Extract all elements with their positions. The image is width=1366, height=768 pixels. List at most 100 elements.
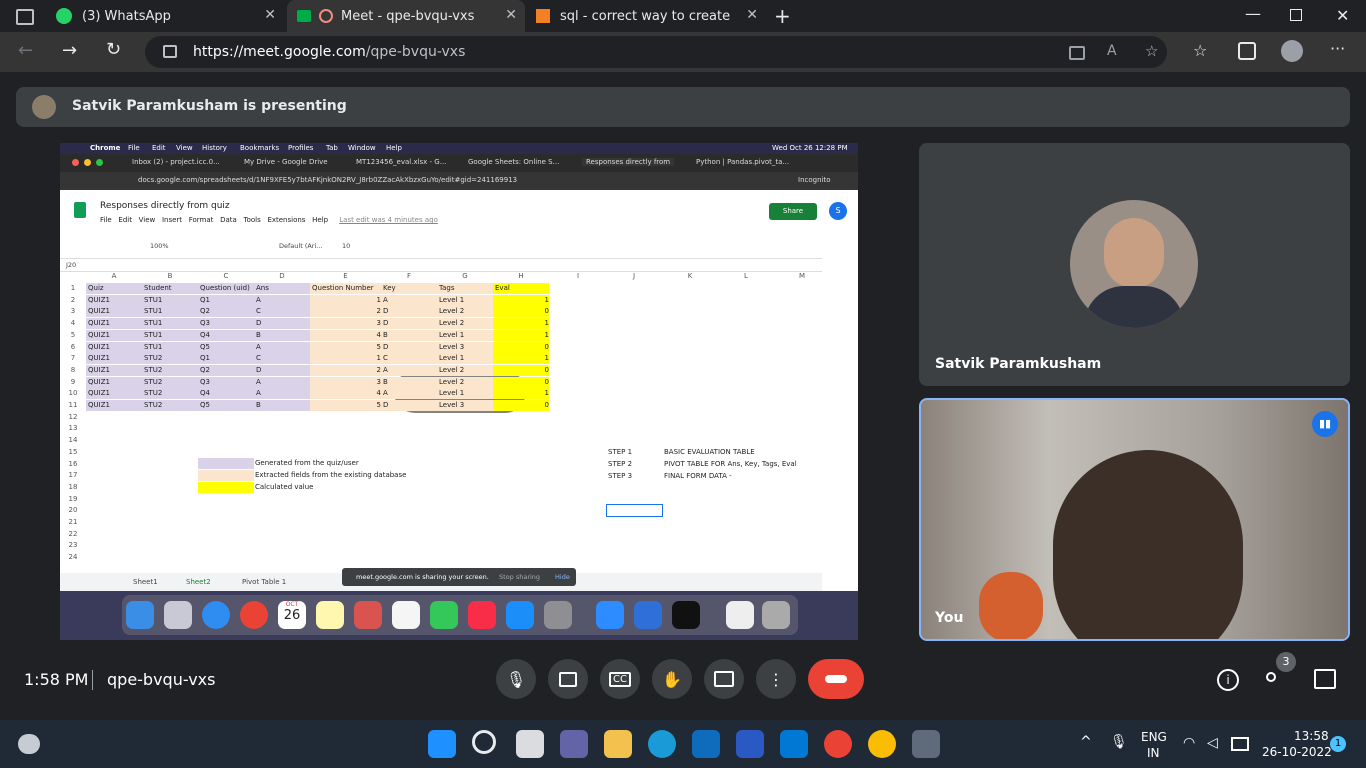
row-number: 10 <box>68 389 78 398</box>
data-cell: Q2 <box>198 364 254 376</box>
row-number: 12 <box>68 412 78 421</box>
column-header: M <box>798 272 806 280</box>
camera-button[interactable] <box>548 659 588 699</box>
new-tab-button[interactable]: + <box>774 4 791 28</box>
back-button[interactable]: ← <box>18 40 33 61</box>
minimize-button[interactable]: — <box>1245 4 1261 23</box>
browser-tab-bar: (3) WhatsApp ✕ Meet - qpe-bvqu-vxs ✕ sql… <box>0 0 1366 32</box>
profile-avatar[interactable] <box>1281 40 1303 62</box>
mac-menu-item: Profiles <box>288 144 314 152</box>
zoom-level: 100% <box>150 242 169 250</box>
file-explorer-icon[interactable] <box>604 730 632 758</box>
column-header: K <box>687 272 693 280</box>
people-button[interactable]: 3 <box>1264 652 1296 692</box>
battery-icon[interactable] <box>1231 737 1249 751</box>
close-icon[interactable]: ✕ <box>746 7 758 23</box>
end-call-button[interactable] <box>808 659 864 699</box>
app-icon[interactable] <box>736 730 764 758</box>
store-icon[interactable] <box>692 730 720 758</box>
cell-ref: J20 <box>66 261 77 269</box>
mac-menu-bar: Chrome File Edit View History Bookmarks … <box>60 143 858 154</box>
data-cell: B <box>254 400 310 411</box>
teams-chat-icon[interactable] <box>560 730 588 758</box>
meeting-info-button[interactable]: i <box>1217 669 1239 691</box>
more-options-button[interactable]: ⋮ <box>756 659 796 699</box>
task-view-icon[interactable] <box>516 730 544 758</box>
divider <box>92 670 93 690</box>
chat-button[interactable] <box>1314 669 1336 689</box>
data-cell: 2 <box>310 364 381 376</box>
edge-icon[interactable] <box>648 730 676 758</box>
chrome-icon[interactable] <box>824 730 852 758</box>
clock-time[interactable]: 13:58 <box>1294 729 1329 743</box>
step-text: FINAL FORM DATA - <box>664 472 732 480</box>
tab-actions-icon[interactable] <box>16 9 34 25</box>
captions-icon: CC <box>609 671 631 687</box>
close-icon[interactable]: ✕ <box>264 7 276 23</box>
chrome-profile-icon[interactable] <box>868 730 896 758</box>
legend-text: Generated from the quiz/user <box>255 459 359 467</box>
file-icon <box>726 601 754 629</box>
data-cell: STU1 <box>142 318 198 330</box>
header-cell: Ans <box>254 283 310 294</box>
windows-start-icon[interactable] <box>428 730 456 758</box>
chevron-up-icon[interactable]: ^ <box>1080 734 1092 750</box>
mac-menu-item: Tab <box>326 144 338 152</box>
header-cell: Student <box>142 283 198 294</box>
notification-badge[interactable]: 1 <box>1330 736 1346 752</box>
font-size: 10 <box>342 242 351 250</box>
collections-icon[interactable] <box>1238 42 1256 60</box>
row-number: 22 <box>68 529 78 538</box>
favorites-icon[interactable]: ☆ <box>1193 41 1207 60</box>
search-icon[interactable] <box>472 730 496 754</box>
data-cell: Level 2 <box>437 364 493 376</box>
tab-whatsapp[interactable]: (3) WhatsApp ✕ <box>48 0 284 32</box>
row-number: 19 <box>68 494 78 503</box>
volume-icon[interactable]: ◁ <box>1207 735 1218 751</box>
vscode-icon[interactable] <box>780 730 808 758</box>
whatsapp-icon <box>56 8 72 24</box>
close-icon[interactable]: ✕ <box>505 7 517 23</box>
inner-tab-active: Responses directly from <box>582 158 675 166</box>
tab-meet[interactable]: Meet - qpe-bvqu-vxs ✕ <box>287 0 525 32</box>
microphone-button[interactable]: 🎙 <box>496 659 536 699</box>
inner-tab: MT123456_eval.xlsx - G... <box>356 158 447 166</box>
menu-icon[interactable]: ··· <box>1330 39 1345 58</box>
camera-icon[interactable] <box>1069 46 1085 60</box>
participant-tile[interactable]: Satvik Paramkusham <box>919 143 1350 386</box>
raise-hand-button[interactable]: ✋ <box>652 659 692 699</box>
wifi-icon[interactable]: ◠ <box>1183 735 1195 751</box>
data-cell: D <box>381 400 437 411</box>
data-cell: STU1 <box>142 306 198 318</box>
doc-menu: File Edit View Insert Format Data Tools … <box>100 216 438 224</box>
url-field[interactable]: https://meet.google.com/qpe-bvqu-vxs A ☆ <box>145 36 1167 68</box>
favorite-icon[interactable]: ☆ <box>1145 42 1158 60</box>
data-cell: QUIZ1 <box>86 376 142 388</box>
tab-stackoverflow[interactable]: sql - correct way to create a pivo ✕ <box>528 0 766 32</box>
data-cell: D <box>381 306 437 318</box>
region-label[interactable]: IN <box>1147 746 1160 760</box>
data-cell: Q1 <box>198 353 254 365</box>
clock-date[interactable]: 26-10-2022 <box>1262 745 1332 759</box>
doc-menu-item: View <box>138 216 156 224</box>
read-aloud-icon[interactable]: A <box>1107 43 1117 59</box>
data-cell: C <box>254 353 310 365</box>
mac-menu-item: Bookmarks <box>240 144 280 152</box>
reload-button[interactable]: ↻ <box>106 39 121 60</box>
self-video-tile[interactable]: ▮▮ You <box>919 398 1350 641</box>
inner-url: docs.google.com/spreadsheets/d/1NF9XFE5y… <box>138 176 518 184</box>
data-cell: A <box>254 376 310 388</box>
mic-tray-icon[interactable]: 🎙 <box>1110 734 1128 750</box>
row-number: 14 <box>68 436 78 445</box>
close-window-button[interactable]: ✕ <box>1336 6 1349 25</box>
header-cell: Question (uid) <box>198 283 254 294</box>
header-cell: Quiz <box>86 283 142 294</box>
captions-button[interactable]: CC <box>600 659 640 699</box>
restore-button[interactable] <box>1290 9 1302 21</box>
weather-icon[interactable] <box>18 734 40 754</box>
lang-label[interactable]: ENG <box>1141 730 1167 744</box>
data-cell: Level 1 <box>437 329 493 341</box>
app-icon[interactable] <box>912 730 940 758</box>
forward-button[interactable]: → <box>62 40 77 61</box>
present-button[interactable] <box>704 659 744 699</box>
